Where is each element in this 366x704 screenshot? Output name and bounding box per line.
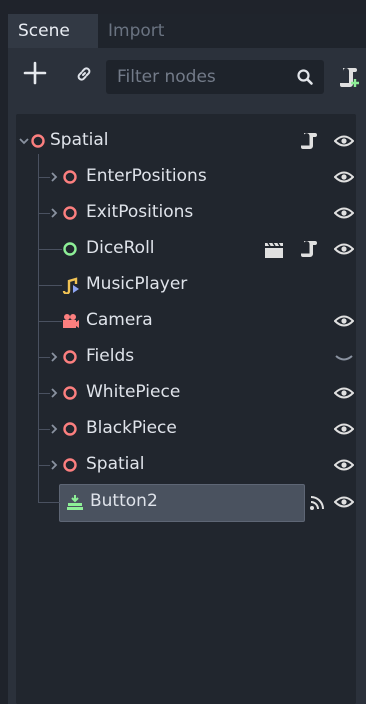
audio-stream-player-icon — [62, 277, 79, 294]
node-label-button2: Button2 — [90, 491, 158, 511]
spatial-node-icon — [63, 458, 77, 472]
expand-arrow-icon[interactable] — [48, 386, 60, 400]
expand-arrow-icon[interactable] — [48, 458, 60, 472]
tree-guide-line — [38, 249, 62, 250]
tree-guide-line — [38, 321, 62, 322]
scene-tree[interactable]: Spatial EnterPositions ExitPositions Dic… — [16, 114, 356, 704]
node-label-camera: Camera — [86, 310, 153, 330]
tree-row-enterpositions[interactable]: EnterPositions — [16, 154, 356, 194]
spatial-node-icon — [63, 422, 77, 436]
node-label-spatial-child: Spatial — [86, 454, 145, 474]
tree-guide-line — [38, 480, 39, 502]
dock-tab-bar: Scene Import — [8, 14, 366, 48]
tree-guide-line — [38, 285, 62, 286]
node-label-exitpositions: ExitPositions — [86, 202, 194, 222]
filter-nodes-field[interactable] — [106, 60, 324, 94]
tree-row-fields[interactable]: Fields — [16, 336, 356, 376]
tree-row-root[interactable]: Spatial — [16, 124, 356, 158]
visibility-icon[interactable] — [334, 133, 354, 149]
tree-guide-line — [38, 444, 39, 484]
spatial-node-icon — [63, 206, 77, 220]
node-label-fields: Fields — [86, 346, 135, 366]
tree-guide-line — [38, 300, 39, 340]
spatial-node-icon — [63, 350, 77, 364]
visibility-icon[interactable] — [334, 421, 354, 437]
clapperboard-icon[interactable] — [264, 241, 284, 259]
expand-arrow-icon[interactable] — [48, 170, 60, 184]
spatial-node-icon — [31, 134, 45, 148]
tree-row-exitpositions[interactable]: ExitPositions — [16, 192, 356, 232]
tree-guide-line — [38, 264, 39, 304]
tab-import[interactable]: Import — [98, 14, 174, 48]
expand-arrow-icon[interactable] — [48, 350, 60, 364]
tree-row-camera[interactable]: Camera — [16, 300, 356, 340]
tree-row-whitepiece[interactable]: WhitePiece — [16, 372, 356, 412]
tree-row-button2[interactable]: Button2 — [16, 480, 356, 519]
search-icon — [297, 69, 313, 85]
node-label-whitepiece: WhitePiece — [86, 382, 181, 402]
filter-nodes-input[interactable] — [106, 60, 307, 94]
expand-arrow-icon[interactable] — [48, 422, 60, 436]
visibility-icon[interactable] — [334, 169, 354, 185]
signal-icon[interactable] — [308, 494, 326, 512]
tree-guide-line — [38, 372, 39, 412]
node-label-enterpositions: EnterPositions — [86, 166, 207, 186]
visibility-icon[interactable] — [334, 494, 354, 510]
control-node-icon — [63, 242, 77, 256]
visibility-icon[interactable] — [334, 385, 354, 401]
button-node-icon — [67, 495, 83, 510]
tree-guide-line — [38, 502, 62, 503]
tree-guide-line — [38, 408, 39, 448]
node-label-blackpiece: BlackPiece — [86, 418, 177, 438]
node-label-diceroll: DiceRoll — [86, 238, 155, 258]
visibility-icon[interactable] — [334, 313, 354, 329]
scene-dock: Scene Import Spatial — [8, 14, 366, 704]
tree-guide-line — [38, 192, 39, 232]
tab-scene[interactable]: Scene — [8, 14, 98, 48]
node-label-spatial: Spatial — [50, 130, 109, 150]
tree-guide-line — [38, 336, 39, 376]
visibility-icon[interactable] — [334, 241, 354, 257]
spatial-node-icon — [63, 170, 77, 184]
visibility-hidden-icon[interactable] — [334, 349, 354, 365]
visibility-icon[interactable] — [334, 205, 354, 221]
tree-row-blackpiece[interactable]: BlackPiece — [16, 408, 356, 448]
node-label-musicplayer: MusicPlayer — [86, 274, 188, 294]
scene-toolbar — [8, 54, 366, 98]
tree-guide-line — [38, 154, 39, 194]
add-node-icon[interactable] — [22, 60, 48, 86]
tree-row-musicplayer[interactable]: MusicPlayer — [16, 264, 356, 304]
script-icon[interactable] — [300, 132, 318, 150]
tree-guide-line — [38, 228, 39, 268]
link-icon[interactable] — [74, 64, 94, 84]
visibility-icon[interactable] — [334, 457, 354, 473]
camera-icon — [63, 314, 79, 328]
script-icon[interactable] — [300, 240, 318, 258]
tree-row-diceroll[interactable]: DiceRoll — [16, 228, 356, 268]
collapse-arrow-icon[interactable] — [18, 134, 30, 148]
attach-script-icon[interactable] — [338, 66, 360, 88]
spatial-node-icon — [63, 386, 77, 400]
expand-arrow-icon[interactable] — [48, 206, 60, 220]
tree-row-spatial[interactable]: Spatial — [16, 444, 356, 484]
